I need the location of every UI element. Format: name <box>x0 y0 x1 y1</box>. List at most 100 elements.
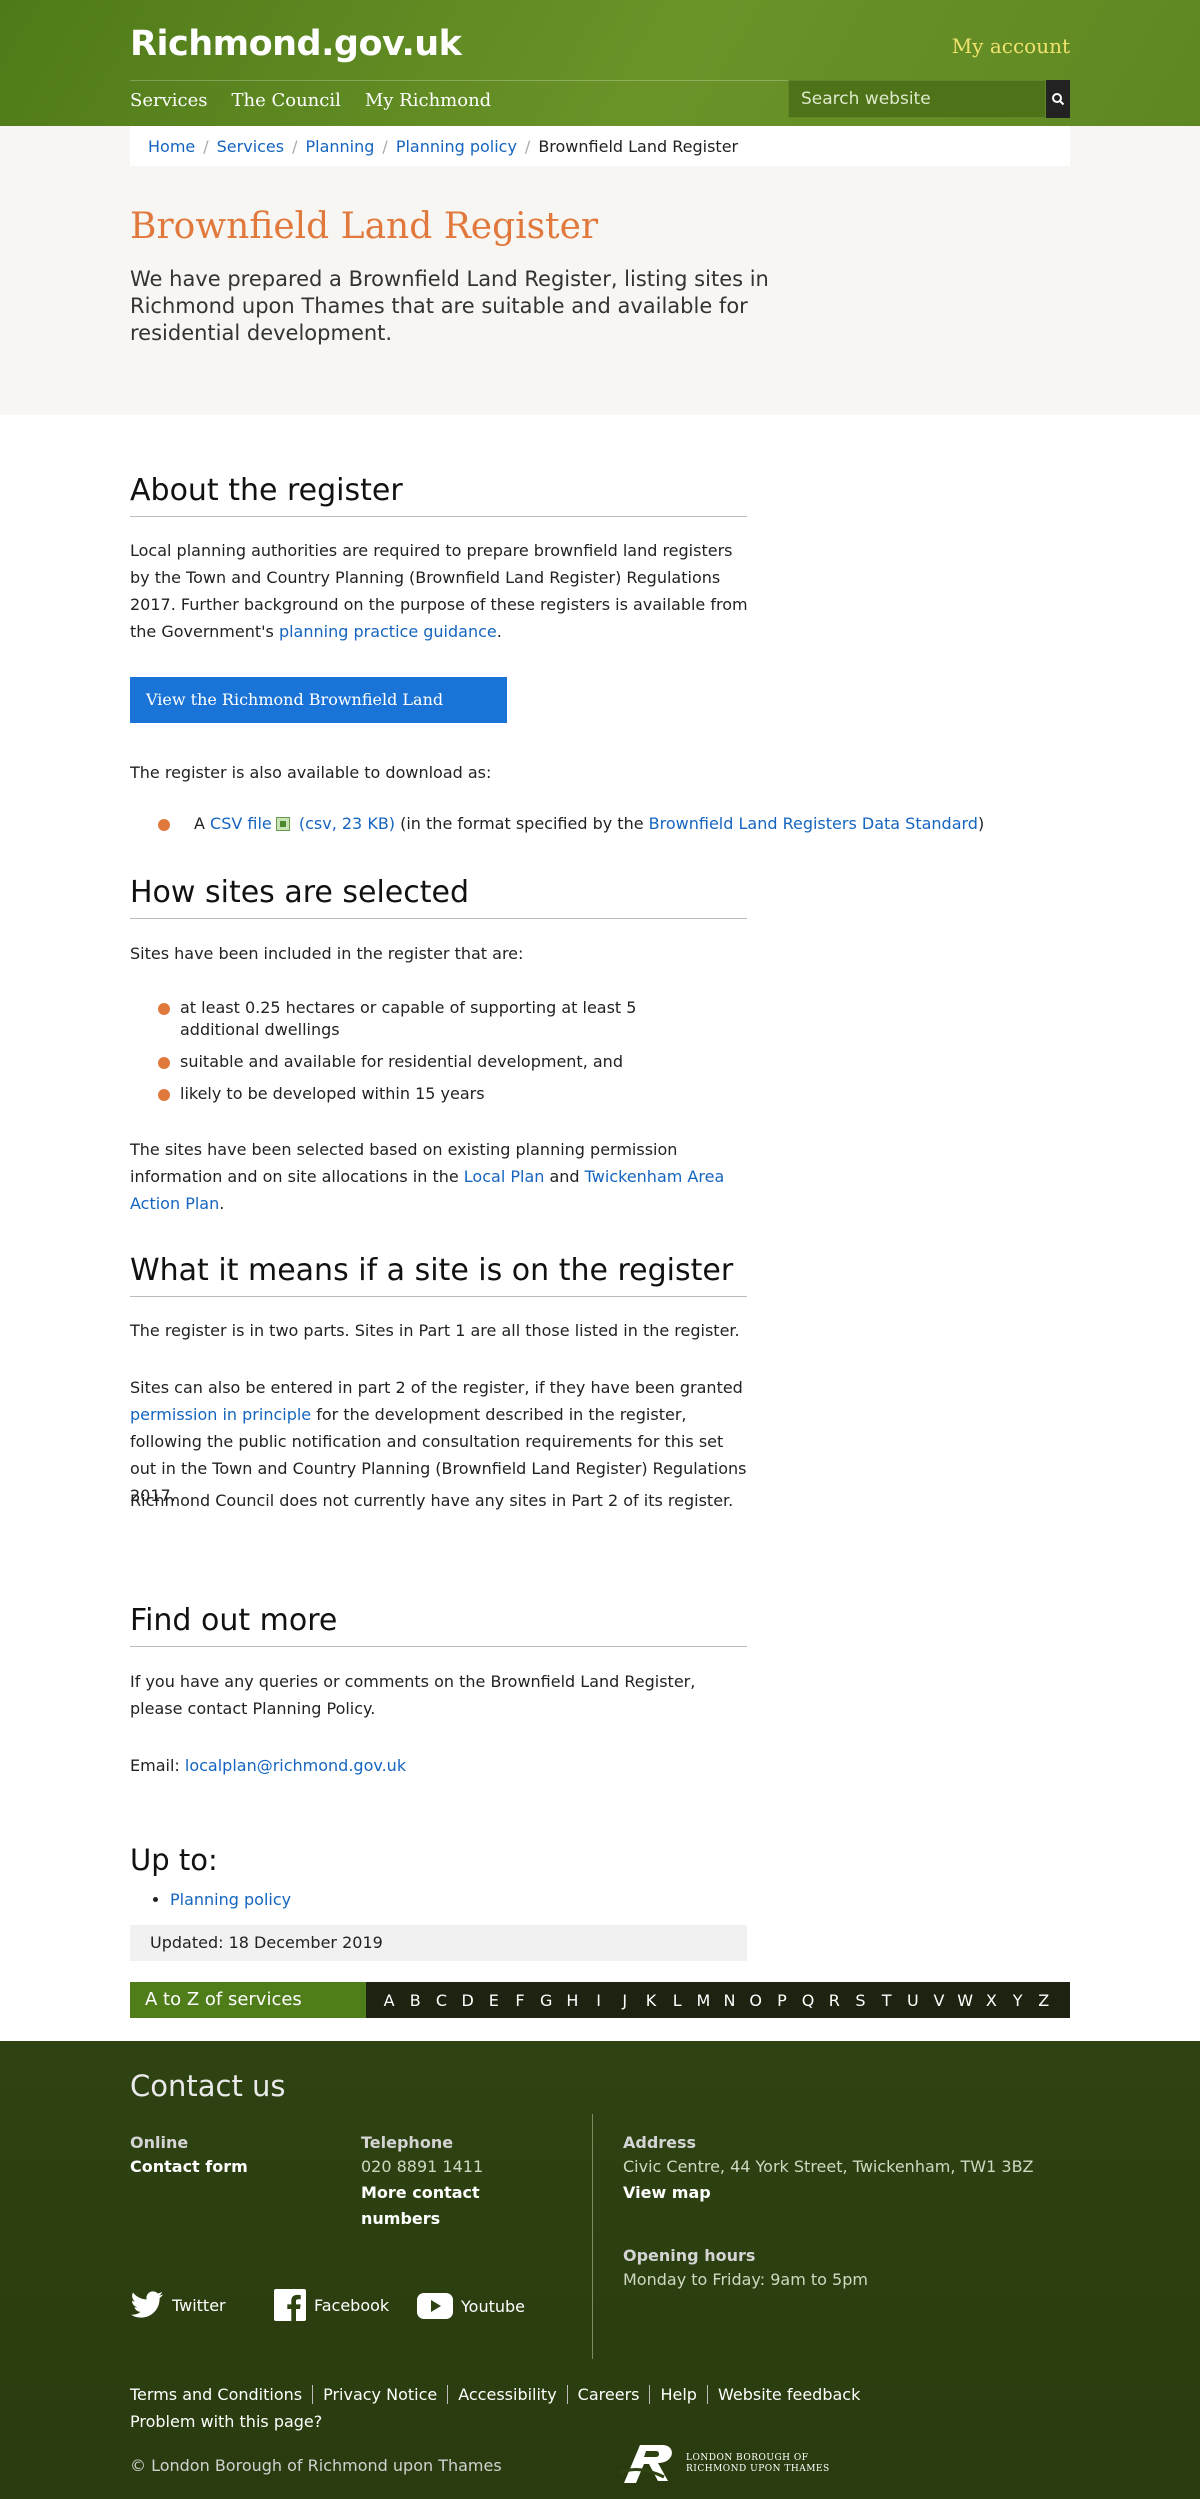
email-line: Email: localplan@richmond.gov.uk <box>130 1752 750 1779</box>
local-plan-link[interactable]: Local Plan <box>464 1167 545 1186</box>
a-to-z-letter[interactable]: M <box>690 1991 716 2010</box>
address-text: Civic Centre, 44 York Street, Twickenham… <box>623 2157 1034 2176</box>
site-footer: Contact us Online Contact form Telephone… <box>0 2041 1200 2499</box>
a-to-z-letter[interactable]: S <box>847 1991 873 2010</box>
careers-link[interactable]: Careers <box>566 2385 650 2404</box>
council-crest-icon <box>619 2445 672 2483</box>
a-to-z-letter[interactable]: F <box>507 1991 533 2010</box>
search-icon <box>1052 93 1065 106</box>
a-to-z-letter[interactable]: T <box>874 1991 900 2010</box>
email-label: Email: <box>130 1756 185 1775</box>
page-title: Brownfield Land Register <box>130 206 599 247</box>
youtube-link[interactable]: Youtube <box>417 2293 525 2319</box>
a-to-z-letter[interactable]: P <box>769 1991 795 2010</box>
selection-end: . <box>219 1194 225 1213</box>
a-to-z-letter[interactable]: B <box>402 1991 428 2010</box>
download-intro: The register is also available to downlo… <box>130 763 492 782</box>
footer-address: Address Civic Centre, 44 York Street, Tw… <box>623 2133 1063 2293</box>
a-to-z-letter[interactable]: L <box>664 1991 690 2010</box>
breadcrumb-services[interactable]: Services <box>217 137 284 156</box>
site-search: Search website <box>788 80 1070 118</box>
telephone-label: Telephone <box>361 2133 454 2152</box>
a-to-z-letter[interactable]: E <box>481 1991 507 2010</box>
a-to-z-letter[interactable]: W <box>952 1991 978 2010</box>
a-to-z-letter[interactable]: C <box>428 1991 454 2010</box>
nav-the-council[interactable]: The Council <box>231 90 340 111</box>
permission-in-principle-link[interactable]: permission in principle <box>130 1405 311 1424</box>
twitter-link[interactable]: Twitter <box>130 2291 226 2319</box>
a-to-z-letter[interactable]: I <box>586 1991 612 2010</box>
view-map-link[interactable]: View map <box>623 2180 1063 2206</box>
more-contact-numbers-link[interactable]: More contact numbers <box>361 2180 531 2232</box>
planning-guidance-link[interactable]: planning practice guidance <box>279 622 497 641</box>
facebook-icon <box>274 2289 306 2321</box>
telephone-number: 020 8891 1411 <box>361 2157 484 2176</box>
heading-about: About the register <box>130 473 747 517</box>
about-paragraph: Local planning authorities are required … <box>130 537 750 645</box>
a-to-z-label[interactable]: A to Z of services <box>130 1982 366 2018</box>
nav-my-richmond[interactable]: My Richmond <box>365 90 491 111</box>
website-feedback-link[interactable]: Website feedback <box>706 2385 871 2404</box>
breadcrumb-planning[interactable]: Planning <box>306 137 375 156</box>
search-input[interactable]: Search website <box>788 80 1046 118</box>
copyright: © London Borough of Richmond upon Thames <box>130 2456 502 2475</box>
download-list: A CSV file (csv, 23 KB) (in the format s… <box>130 813 1070 835</box>
a-to-z-letter[interactable]: R <box>821 1991 847 2010</box>
breadcrumb-current: Brownfield Land Register <box>538 136 739 156</box>
download-mid: (in the format specified by the <box>395 814 649 833</box>
contact-form-link[interactable]: Contact form <box>130 2154 248 2180</box>
heading-how-sites-selected: How sites are selected <box>130 875 747 919</box>
a-to-z-letter[interactable]: V <box>926 1991 952 2010</box>
opening-hours-label: Opening hours <box>623 2246 756 2265</box>
page-lead: We have prepared a Brownfield Land Regis… <box>130 267 769 345</box>
a-to-z-letter[interactable]: D <box>455 1991 481 2010</box>
selection-criteria-list: at least 0.25 hectares or capable of sup… <box>130 997 690 1105</box>
breadcrumb-planning-policy[interactable]: Planning policy <box>396 137 517 156</box>
a-to-z-letter[interactable]: X <box>978 1991 1004 2010</box>
a-to-z-letter[interactable]: J <box>612 1991 638 2010</box>
csv-file-link[interactable]: CSV file <box>210 814 272 833</box>
problem-with-page-link[interactable]: Problem with this page? <box>130 2412 332 2431</box>
a-to-z-letter[interactable]: G <box>533 1991 559 2010</box>
a-to-z-letters: ABCDEFGHIJKLMNOPQRSTUVWXYZ <box>366 1982 1070 2018</box>
view-register-button[interactable]: View the Richmond Brownfield Land Regist… <box>130 677 507 755</box>
download-end: ) <box>977 814 985 833</box>
a-to-z-letter[interactable]: K <box>638 1991 664 2010</box>
a-to-z-letter[interactable]: Y <box>1005 1991 1031 2010</box>
youtube-label: Youtube <box>461 2296 525 2316</box>
main-nav: Services The Council My Richmond <box>130 90 491 111</box>
a-to-z-letter[interactable]: U <box>900 1991 926 2010</box>
data-standard-link[interactable]: Brownfield Land Registers Data Standard <box>649 814 978 833</box>
selection-and: and <box>544 1167 585 1186</box>
footer-title: Contact us <box>130 2069 286 2103</box>
list-item: A CSV file (csv, 23 KB) (in the format s… <box>130 813 1070 835</box>
search-button[interactable] <box>1046 80 1070 118</box>
a-to-z-letter[interactable]: A <box>376 1991 402 2010</box>
csv-size-link[interactable]: (csv, 23 KB) <box>299 814 395 833</box>
privacy-notice-link[interactable]: Privacy Notice <box>312 2385 448 2404</box>
council-logo: LONDON BOROUGH OF RICHMOND UPON THAMES <box>618 2443 836 2485</box>
planning-policy-link[interactable]: Planning policy <box>170 1890 291 1909</box>
a-to-z-letter[interactable]: N <box>716 1991 742 2010</box>
help-link[interactable]: Help <box>649 2385 707 2404</box>
footer-telephone: Telephone 020 8891 1411 More contact num… <box>361 2133 531 2232</box>
facebook-link[interactable]: Facebook <box>274 2289 389 2321</box>
terms-link[interactable]: Terms and Conditions <box>130 2385 312 2404</box>
breadcrumb-separator: / <box>203 136 209 156</box>
updated-date: Updated: 18 December 2019 <box>130 1925 747 1961</box>
footer-divider <box>592 2114 593 2359</box>
email-link[interactable]: localplan@richmond.gov.uk <box>185 1756 406 1775</box>
a-to-z-letter[interactable]: Q <box>795 1991 821 2010</box>
accessibility-link[interactable]: Accessibility <box>447 2385 567 2404</box>
main-content: About the register Local planning author… <box>0 415 1200 2041</box>
a-to-z-letter[interactable]: H <box>559 1991 585 2010</box>
heading-find-out-more: Find out more <box>130 1603 747 1647</box>
nav-services[interactable]: Services <box>130 90 207 111</box>
a-to-z-letter[interactable]: O <box>743 1991 769 2010</box>
a-to-z-letter[interactable]: Z <box>1031 1991 1057 2010</box>
breadcrumb-home[interactable]: Home <box>148 137 195 156</box>
breadcrumb-separator: / <box>382 136 388 156</box>
my-account-link[interactable]: My account <box>952 34 1070 58</box>
heading-up-to: Up to: <box>130 1843 218 1877</box>
site-logo[interactable]: Richmond.gov.uk <box>130 24 462 64</box>
